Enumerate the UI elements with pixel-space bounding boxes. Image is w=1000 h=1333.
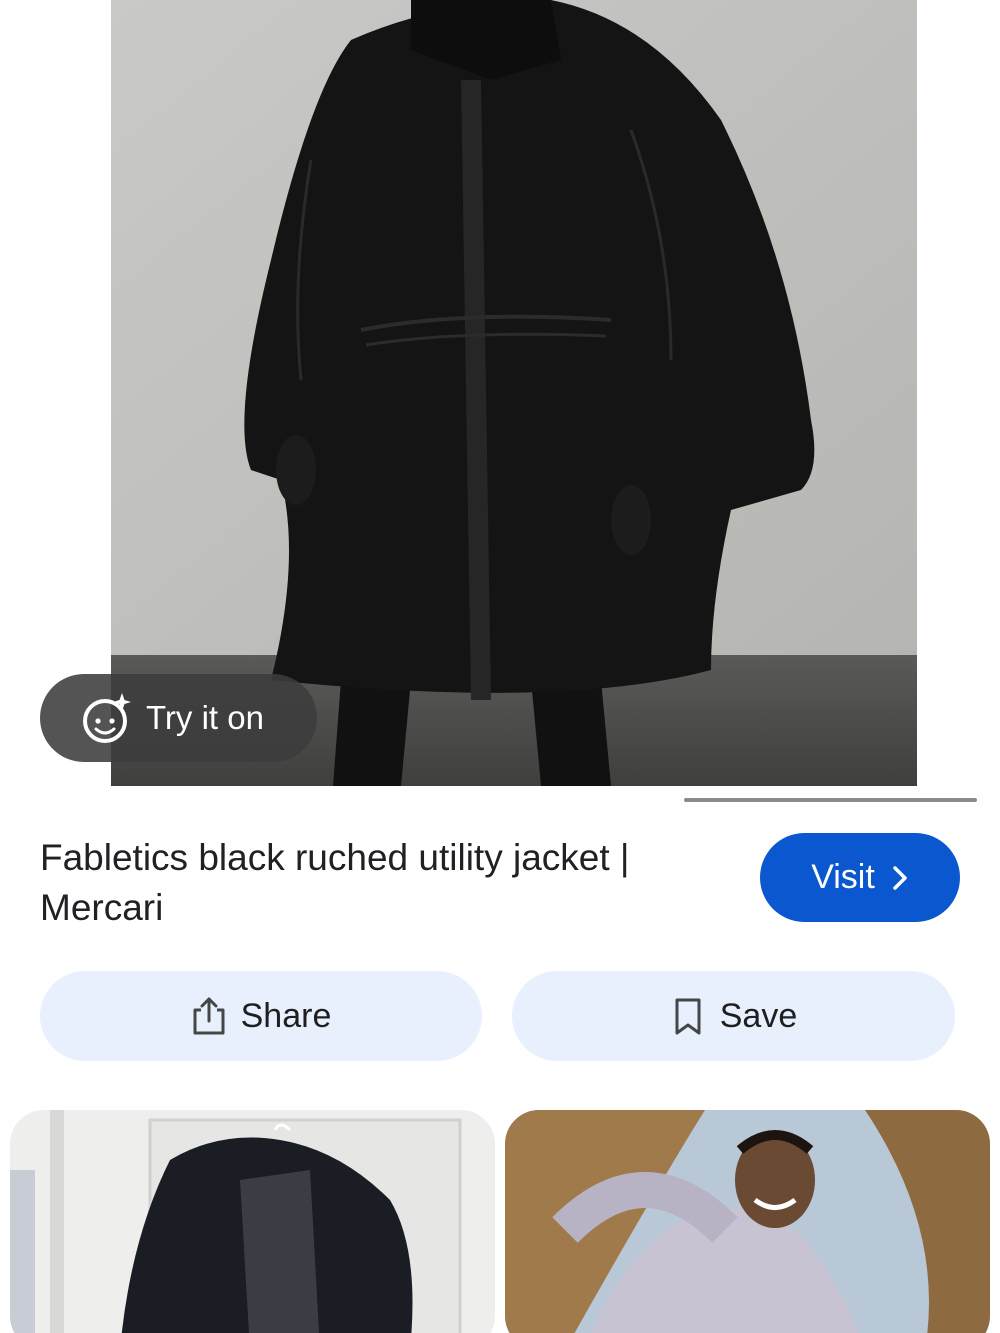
share-label: Share <box>240 996 332 1035</box>
related-image-thumbnail[interactable] <box>10 1110 495 1333</box>
product-title[interactable]: Fabletics black ruched utility jacket | … <box>40 833 720 933</box>
product-image[interactable] <box>111 0 917 786</box>
face-sparkle-icon <box>80 691 134 745</box>
bookmark-icon <box>670 996 706 1036</box>
share-icon <box>191 996 227 1036</box>
try-it-on-label: Try it on <box>146 699 264 736</box>
visit-label: Visit <box>811 858 875 896</box>
save-button[interactable]: Save <box>512 971 955 1061</box>
carousel-scroll-indicator <box>684 798 977 802</box>
related-image-thumbnail[interactable] <box>505 1110 990 1333</box>
chevron-right-icon <box>891 865 909 891</box>
try-it-on-button[interactable]: Try it on <box>40 674 317 762</box>
share-button[interactable]: Share <box>40 971 482 1061</box>
image-result-page: Try it on Fabletics black ruched utility… <box>0 0 1000 1333</box>
visit-button[interactable]: Visit <box>760 833 960 922</box>
save-label: Save <box>719 996 798 1035</box>
